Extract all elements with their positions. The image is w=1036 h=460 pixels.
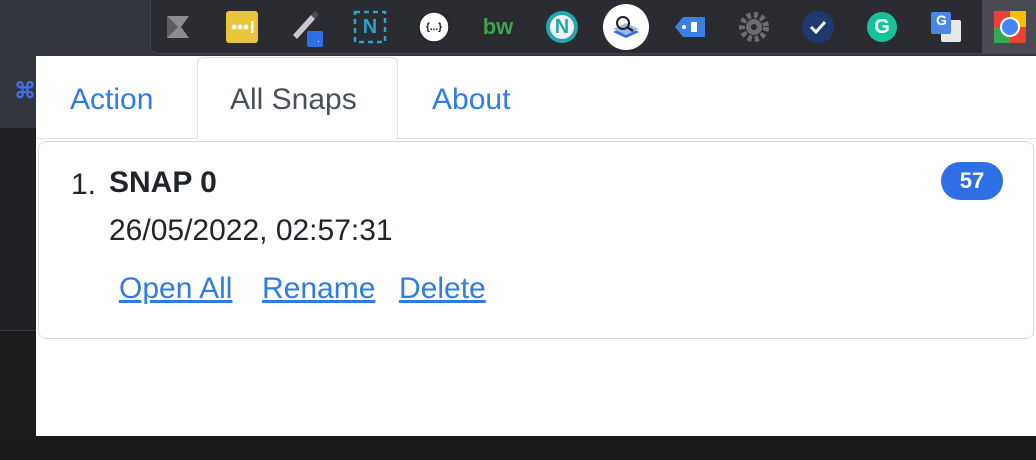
grammarly-letter: G [874, 15, 890, 38]
tab-count-badge: 57 [941, 162, 1003, 200]
snap-date: 26/05/2022, 02:57:31 [109, 214, 393, 247]
pen-badge: . [317, 34, 320, 45]
tab-action[interactable]: Action [70, 78, 153, 121]
bw-letter: bw [482, 14, 514, 39]
delete-link[interactable]: Delete [399, 272, 486, 306]
puzzle-icon[interactable]: ⌘ [14, 78, 36, 104]
dots-bar-icon[interactable] [218, 6, 266, 48]
gear-icon[interactable] [730, 6, 778, 48]
snaps-popup: Action All Snaps About 1. SNAP 0 26/05/2… [36, 56, 1036, 436]
tab-about[interactable]: About [432, 78, 510, 121]
tag-icon[interactable] [666, 6, 714, 48]
snap-name: SNAP 0 [109, 166, 217, 199]
tab-bar [36, 56, 1036, 139]
snap-list-item: 1. SNAP 0 26/05/2022, 02:57:31 57 Open A… [38, 141, 1034, 339]
tab-all-snaps[interactable]: All Snaps [230, 78, 357, 121]
n-bracket-letter: N [362, 15, 378, 38]
page-background [0, 128, 40, 330]
colorful-square-icon[interactable] [986, 6, 1034, 48]
bookmark-arrow-icon[interactable] [154, 6, 202, 48]
open-all-link[interactable]: Open All [119, 272, 232, 306]
checkmark-icon[interactable] [794, 6, 842, 48]
braces-letter: {...} [425, 21, 443, 33]
translate-letter: G [936, 12, 947, 28]
n-circle-icon[interactable]: N [538, 6, 586, 48]
n-circle-letter: N [554, 15, 570, 38]
braces-icon[interactable]: {...} [410, 6, 458, 48]
translate-icon[interactable]: G [922, 6, 970, 48]
grammarly-icon[interactable]: G [858, 6, 906, 48]
snap-number: 1. [71, 168, 97, 201]
bw-icon[interactable]: bw [474, 6, 522, 48]
page-bottom-strip [0, 436, 1036, 460]
rename-link[interactable]: Rename [262, 272, 375, 306]
n-bracket-icon[interactable]: N [346, 6, 394, 48]
magnifier-stack-icon[interactable] [602, 4, 650, 50]
pen-icon[interactable] [282, 6, 330, 48]
